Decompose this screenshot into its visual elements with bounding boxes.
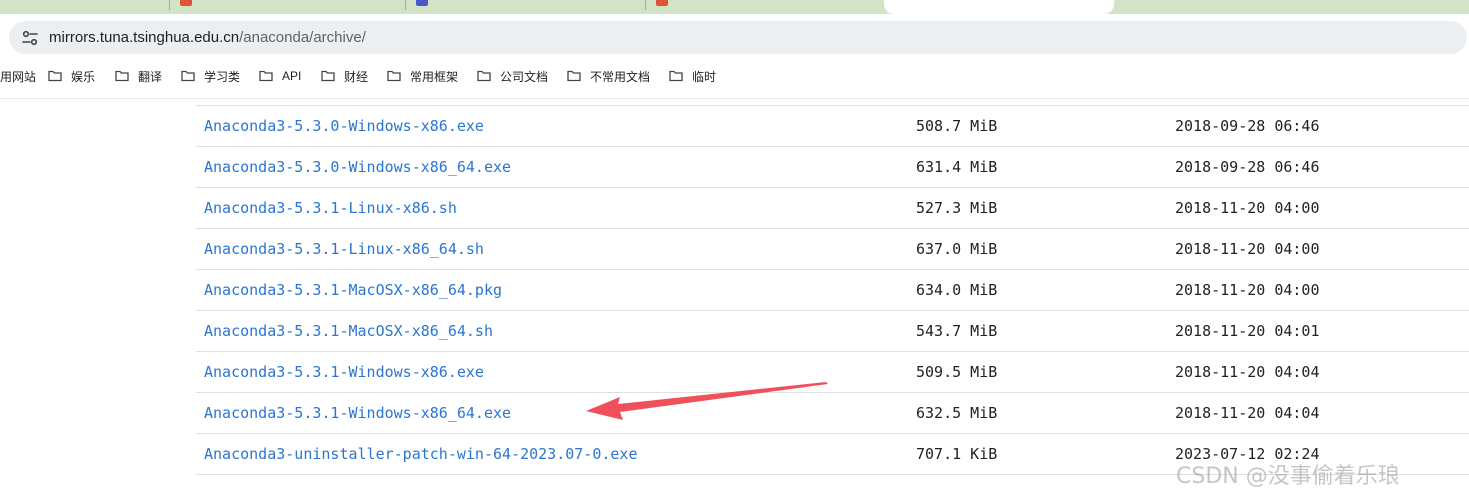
file-link[interactable]: Anaconda3-5.3.1-MacOSX-x86_64.pkg [204,281,502,299]
file-date: 2018-11-20 04:04 [1175,363,1320,381]
file-date: 2018-09-28 06:46 [1175,117,1320,135]
table-row: Anaconda3-5.3.1-Linux-x86.sh 527.3 MiB 2… [196,188,1469,229]
file-name-cell: Anaconda3-uninstaller-patch-win-64-2023.… [196,434,916,475]
tab-favicon-icon [656,0,668,6]
folder-icon [259,70,273,82]
folder-icon [321,70,335,82]
file-date: 2018-09-28 06:46 [1175,158,1320,176]
bookmark-folder[interactable]: 临时 [669,67,716,85]
file-size: 631.4 MiB [916,158,998,176]
bookmark-folder[interactable]: 常用框架 [387,67,458,85]
bookmark-folder[interactable]: 不常用文档 [567,67,650,85]
folder-icon [181,70,195,82]
tab-favicon-icon [416,0,428,6]
browser-tab-active[interactable] [884,0,1114,14]
table-row: Anaconda3-5.3.1-Linux-x86_64.sh 637.0 Mi… [196,229,1469,270]
file-size: 508.7 MiB [916,117,998,135]
file-date: 2018-11-20 04:00 [1175,281,1320,299]
file-link[interactable]: Anaconda3-5.3.0-Windows-x86_64.exe [204,158,511,176]
bookmark-label: 娱乐 [71,69,96,84]
file-name-cell: Anaconda3-5.3.1-Linux-x86.sh [196,188,916,229]
table-row: Anaconda3-5.3.1-Windows-x86_64.exe 632.5… [196,393,1469,434]
table-row: Anaconda3-5.3.1-Windows-x86.exe 509.5 Mi… [196,352,1469,393]
bookmark-item[interactable]: 用网站 [0,67,36,85]
folder-icon [387,70,401,82]
browser-tab[interactable] [0,0,170,14]
file-size: 527.3 MiB [916,199,998,217]
file-name-cell: Anaconda3-5.3.1-MacOSX-x86_64.pkg [196,270,916,311]
table-row: Anaconda3-5.3.1-MacOSX-x86_64.pkg 634.0 … [196,270,1469,311]
file-listing-table: Anaconda3-5.3.0-Windows-x86.exe 508.7 Mi… [196,105,1469,475]
file-link[interactable]: Anaconda3-5.3.1-Linux-x86_64.sh [204,240,484,258]
annotation-arrow-icon [586,382,828,420]
file-link[interactable]: Anaconda3-5.3.1-Windows-x86_64.exe [204,404,511,422]
folder-icon [567,70,581,82]
table-row: Anaconda3-5.3.0-Windows-x86.exe 508.7 Mi… [196,105,1469,147]
file-link[interactable]: Anaconda3-5.3.1-Linux-x86.sh [204,199,457,217]
bookmark-folder[interactable]: 学习类 [181,67,240,85]
bookmark-folder[interactable]: API [259,67,301,85]
file-size: 707.1 KiB [916,445,998,463]
tab-strip [0,0,1469,14]
bookmark-label: 公司文档 [500,69,549,84]
folder-icon [115,70,129,82]
file-date: 2018-11-20 04:01 [1175,322,1320,340]
file-link[interactable]: Anaconda3-uninstaller-patch-win-64-2023.… [204,445,637,463]
bookmarks-bar: 用网站 娱乐 翻译 学习类 API 财经 常用框架 公司文档 不常用文档 临时 [0,62,1469,90]
tab-favicon-icon [180,0,192,6]
file-size: 509.5 MiB [916,363,998,381]
watermark: CSDN @没事偷着乐琅 [1176,464,1400,489]
file-link[interactable]: Anaconda3-5.3.1-MacOSX-x86_64.sh [204,322,493,340]
url-host: mirrors.tuna.tsinghua.edu.cn [49,29,240,46]
file-date: 2018-11-20 04:04 [1175,404,1320,422]
table-row: Anaconda3-5.3.0-Windows-x86_64.exe 631.4… [196,147,1469,188]
file-name-cell: Anaconda3-5.3.0-Windows-x86_64.exe [196,147,916,188]
file-size: 634.0 MiB [916,281,998,299]
bookmark-folder[interactable]: 公司文档 [477,67,548,85]
page-content: Anaconda3-5.3.0-Windows-x86.exe 508.7 Mi… [0,90,1469,502]
url-text[interactable]: mirrors.tuna.tsinghua.edu.cn/anaconda/ar… [49,29,366,46]
file-name-cell: Anaconda3-5.3.0-Windows-x86.exe [196,106,916,147]
file-name-cell: Anaconda3-5.3.1-Linux-x86_64.sh [196,229,916,270]
file-size: 632.5 MiB [916,404,998,422]
bookmark-folder[interactable]: 翻译 [115,67,162,85]
address-bar[interactable]: mirrors.tuna.tsinghua.edu.cn/anaconda/ar… [9,21,1467,54]
file-size: 637.0 MiB [916,240,998,258]
bookmark-label: 不常用文档 [590,69,651,84]
site-settings-icon[interactable] [21,29,39,47]
file-date: 2018-11-20 04:00 [1175,240,1320,258]
bookmark-label: 常用框架 [410,69,459,84]
bookmark-label: API [282,69,302,83]
table-row: Anaconda3-5.3.1-MacOSX-x86_64.sh 543.7 M… [196,311,1469,352]
browser-toolbar: mirrors.tuna.tsinghua.edu.cn/anaconda/ar… [0,14,1469,62]
url-path: /anaconda/archive/ [239,29,366,46]
folder-icon [48,70,62,82]
divider [0,98,1469,99]
browser-tab[interactable] [406,0,646,14]
browser-tab[interactable] [646,0,882,14]
bookmark-folder[interactable]: 娱乐 [48,67,95,85]
bookmark-label: 用网站 [0,69,37,84]
browser-tab[interactable] [170,0,406,14]
folder-icon [669,70,683,82]
file-size: 543.7 MiB [916,322,998,340]
bookmark-folder[interactable]: 财经 [321,67,368,85]
file-link[interactable]: Anaconda3-5.3.0-Windows-x86.exe [204,117,484,135]
folder-icon [477,70,491,82]
bookmark-label: 翻译 [138,69,163,84]
bookmark-label: 财经 [344,69,369,84]
file-link[interactable]: Anaconda3-5.3.1-Windows-x86.exe [204,363,484,381]
bookmark-label: 学习类 [204,69,241,84]
bookmark-label: 临时 [692,69,717,84]
file-name-cell: Anaconda3-5.3.1-MacOSX-x86_64.sh [196,311,916,352]
file-date: 2018-11-20 04:00 [1175,199,1320,217]
